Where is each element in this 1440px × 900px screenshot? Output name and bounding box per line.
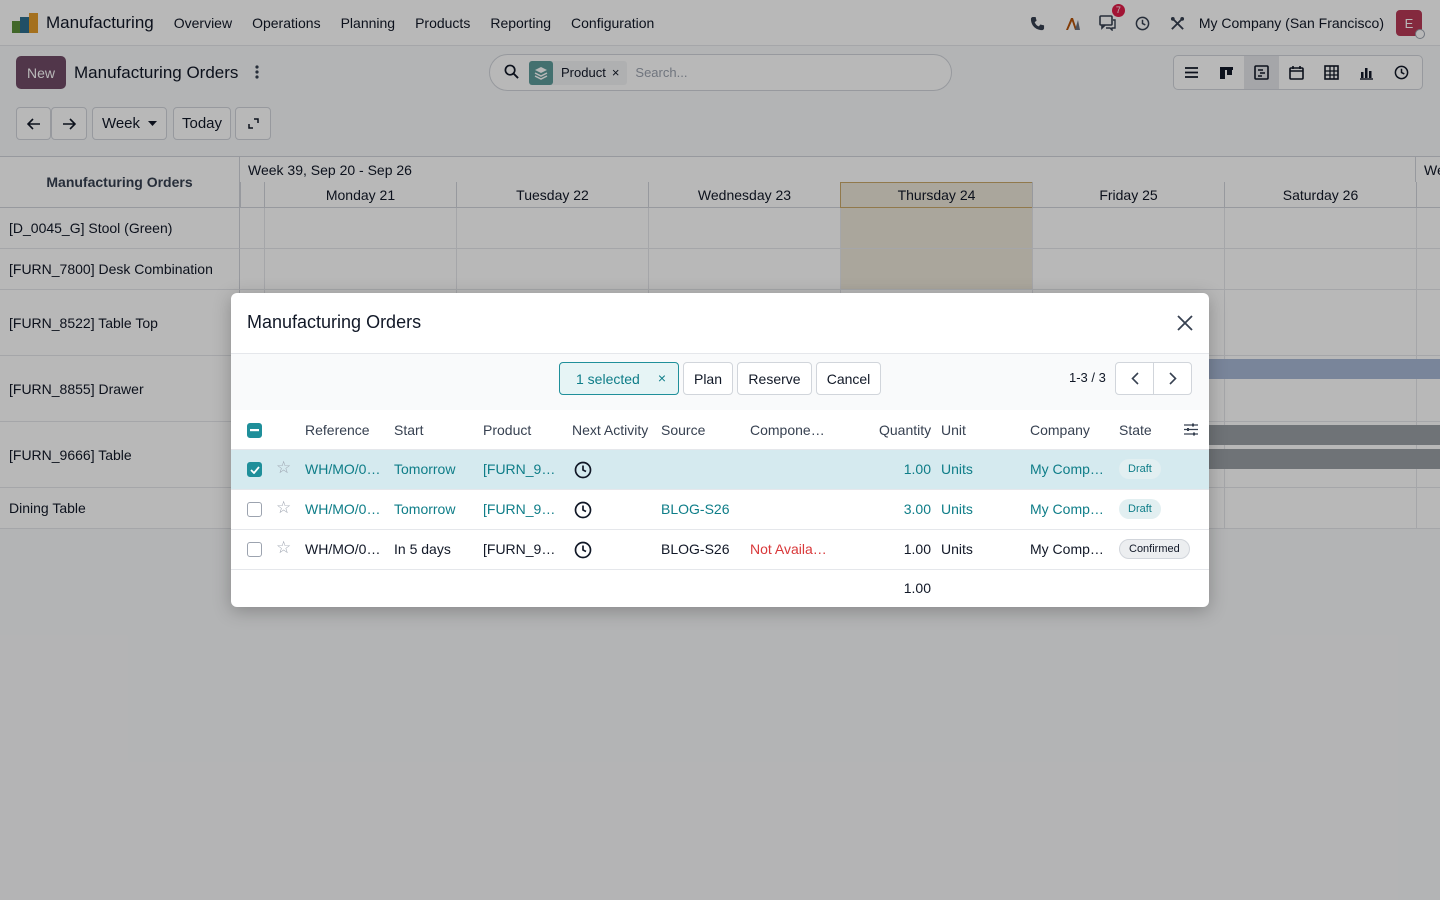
column-unit[interactable]: Unit bbox=[941, 422, 966, 438]
cell-start: Tomorrow bbox=[394, 461, 456, 477]
cell-unit: Units bbox=[941, 501, 973, 517]
state-badge: Draft bbox=[1119, 499, 1161, 519]
priority-star-icon[interactable]: ☆ bbox=[276, 498, 291, 518]
column-start[interactable]: Start bbox=[394, 422, 424, 438]
table-row[interactable]: ☆ WH/MO/0… Tomorrow [FURN_9… BLOG-S26 3.… bbox=[231, 490, 1209, 530]
clear-selection-button[interactable]: × bbox=[658, 370, 666, 386]
reserve-button[interactable]: Reserve bbox=[737, 362, 812, 395]
cell-company: My Comp… bbox=[1030, 461, 1104, 477]
pager-next-button[interactable] bbox=[1153, 362, 1192, 395]
cell-product: [FURN_9… bbox=[483, 501, 556, 517]
activity-clock-icon[interactable] bbox=[574, 501, 592, 522]
row-checkbox[interactable] bbox=[247, 462, 262, 477]
column-company[interactable]: Company bbox=[1030, 422, 1090, 438]
priority-star-icon[interactable]: ☆ bbox=[276, 538, 291, 558]
chevron-left-icon bbox=[1130, 372, 1139, 385]
cell-start: In 5 days bbox=[394, 541, 451, 557]
state-badge: Confirmed bbox=[1119, 539, 1190, 559]
cell-product: [FURN_9… bbox=[483, 541, 556, 557]
table-footer: 1.00 bbox=[231, 570, 1209, 607]
cell-quantity: 1.00 bbox=[903, 541, 931, 557]
row-checkbox[interactable] bbox=[247, 542, 262, 557]
cell-components: Not Availa… bbox=[750, 541, 827, 557]
cell-quantity: 3.00 bbox=[903, 501, 931, 517]
cell-reference: WH/MO/0… bbox=[305, 461, 381, 477]
minus-icon bbox=[250, 429, 259, 432]
table-row[interactable]: ☆ WH/MO/0… In 5 days [FURN_9… BLOG-S26 N… bbox=[231, 530, 1209, 570]
column-components[interactable]: Compone… bbox=[750, 422, 825, 438]
cell-source: BLOG-S26 bbox=[661, 501, 730, 517]
row-checkbox[interactable] bbox=[247, 502, 262, 517]
cell-source: BLOG-S26 bbox=[661, 541, 730, 557]
dialog-title: Manufacturing Orders bbox=[247, 312, 422, 332]
column-product[interactable]: Product bbox=[483, 422, 531, 438]
checkmark-icon bbox=[249, 465, 260, 474]
cancel-button[interactable]: Cancel bbox=[816, 362, 881, 395]
column-source[interactable]: Source bbox=[661, 422, 705, 438]
cell-company: My Comp… bbox=[1030, 501, 1104, 517]
pager-previous-button[interactable] bbox=[1115, 362, 1154, 395]
manufacturing-orders-dialog: Manufacturing Orders 1 selected × Plan R… bbox=[231, 293, 1209, 607]
cell-reference: WH/MO/0… bbox=[305, 501, 381, 517]
dialog-control-panel: 1 selected × Plan Reserve Cancel 1-3 / 3 bbox=[231, 354, 1209, 410]
cell-reference: WH/MO/0… bbox=[305, 541, 381, 557]
plan-button[interactable]: Plan bbox=[683, 362, 733, 395]
cell-quantity: 1.00 bbox=[903, 461, 931, 477]
activity-clock-icon[interactable] bbox=[574, 541, 592, 562]
cell-unit: Units bbox=[941, 461, 973, 477]
close-icon[interactable] bbox=[1175, 313, 1195, 333]
total-quantity: 1.00 bbox=[903, 580, 931, 596]
column-state[interactable]: State bbox=[1119, 422, 1152, 438]
cell-unit: Units bbox=[941, 541, 973, 557]
column-quantity[interactable]: Quantity bbox=[879, 422, 931, 438]
table-header: Reference Start Product Next Activity So… bbox=[231, 410, 1209, 450]
column-next-activity[interactable]: Next Activity bbox=[572, 422, 648, 438]
selection-badge[interactable]: 1 selected × bbox=[559, 362, 679, 395]
select-all-checkbox[interactable] bbox=[247, 423, 262, 438]
table-row[interactable]: ☆ WH/MO/0… Tomorrow [FURN_9… 1.00 Units … bbox=[231, 450, 1209, 490]
cell-company: My Comp… bbox=[1030, 541, 1104, 557]
priority-star-icon[interactable]: ☆ bbox=[276, 458, 291, 478]
cell-start: Tomorrow bbox=[394, 501, 456, 517]
selection-count: 1 selected bbox=[576, 370, 640, 387]
activity-clock-icon[interactable] bbox=[574, 461, 592, 482]
column-reference[interactable]: Reference bbox=[305, 422, 370, 438]
chevron-right-icon bbox=[1168, 372, 1177, 385]
optional-columns-icon[interactable] bbox=[1184, 423, 1198, 439]
state-badge: Draft bbox=[1119, 459, 1161, 479]
cell-product: [FURN_9… bbox=[483, 461, 556, 477]
pager-value[interactable]: 1-3 / 3 bbox=[1069, 370, 1106, 385]
